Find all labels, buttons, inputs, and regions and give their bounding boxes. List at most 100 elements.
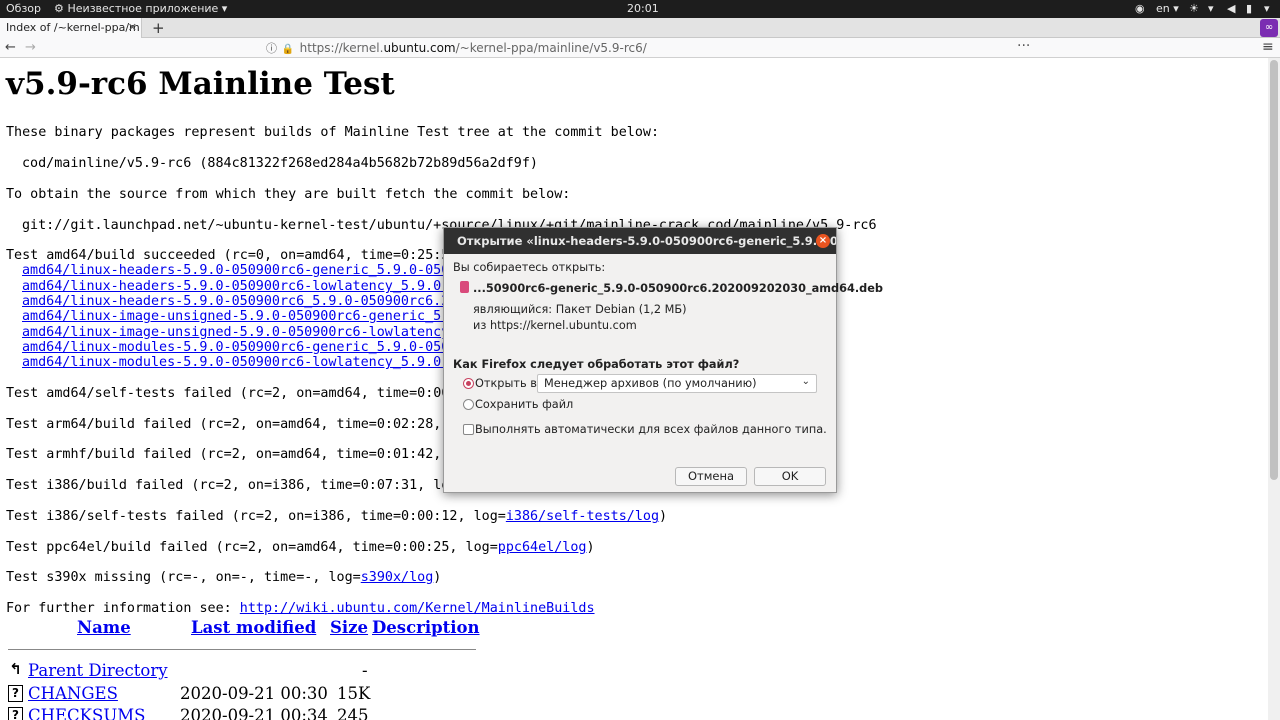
- row-modified: 2020-09-21 00:30: [180, 684, 328, 703]
- column-header-last-modified[interactable]: Last modified: [191, 618, 316, 637]
- dialog-title: Открытие «linux-headers-5.9.0-050900rc6-…: [457, 234, 836, 248]
- intro-text: These binary packages represent builds o…: [6, 125, 660, 140]
- extension-icon[interactable]: ∞: [1260, 19, 1278, 37]
- new-tab-icon[interactable]: +: [152, 19, 165, 37]
- dialog-titlebar[interactable]: Открытие «linux-headers-5.9.0-050900rc6-…: [444, 228, 836, 254]
- package-link[interactable]: amd64/linux-headers-5.9.0-050900rc6-gene…: [22, 263, 473, 278]
- commit-text: cod/mainline/v5.9-rc6 (884c81322f268ed28…: [22, 156, 538, 171]
- brightness-icon[interactable]: ☀: [1189, 2, 1199, 15]
- package-link[interactable]: amd64/linux-headers-5.9.0-050900rc6-lowl…: [22, 279, 465, 294]
- app-icon: ⚙: [54, 2, 64, 15]
- package-link[interactable]: amd64/linux-image-unsigned-5.9.0-050900r…: [22, 309, 465, 324]
- row-size: -: [362, 661, 368, 680]
- page-actions-icon[interactable]: ···: [1017, 38, 1030, 54]
- row-size: 245: [337, 706, 369, 720]
- file-type: являющийся: Пакет Debian (1,2 МБ): [473, 303, 687, 316]
- about-to-open-label: Вы собираетесь открыть:: [453, 261, 606, 274]
- battery-icon[interactable]: ▮: [1246, 2, 1252, 15]
- url-host: ubuntu.com: [383, 41, 456, 55]
- column-header-size[interactable]: Size: [330, 618, 368, 637]
- i386-build-status: Test i386/build failed (rc=2, on=i386, t…: [6, 478, 466, 493]
- file-link-checksums[interactable]: CHECKSUMS: [28, 706, 145, 720]
- auto-action-checkbox[interactable]: [463, 424, 474, 435]
- arm64-build-status: Test arm64/build failed (rc=2, on=amd64,…: [6, 417, 466, 432]
- close-paren: ): [659, 509, 668, 524]
- auto-action-label[interactable]: Выполнять автоматически для всех файлов …: [475, 423, 827, 436]
- close-dialog-icon[interactable]: ×: [816, 234, 830, 248]
- further-info: For further information see: http://wiki…: [6, 601, 595, 617]
- open-with-radio[interactable]: [463, 378, 474, 389]
- column-header-description[interactable]: Description: [372, 618, 480, 637]
- parent-directory-link[interactable]: Parent Directory: [28, 661, 168, 680]
- system-top-bar: Обзор ⚙ Неизвестное приложение ▾ 20:01 ◉…: [0, 0, 1280, 18]
- ok-button[interactable]: OK: [754, 467, 826, 486]
- file-link-changes[interactable]: CHANGES: [28, 684, 118, 703]
- language-indicator[interactable]: en ▾: [1156, 2, 1179, 15]
- scrollbar-thumb[interactable]: [1270, 60, 1278, 480]
- s390x-status: Test s390x missing (rc=-, on=-, time=-, …: [6, 570, 441, 586]
- tab-active[interactable]: Index of /~kernel-ppa/m ✕: [0, 18, 142, 38]
- hamburger-menu-icon[interactable]: ≡: [1262, 39, 1274, 55]
- cancel-button[interactable]: Отмена: [675, 467, 747, 486]
- package-link[interactable]: amd64/linux-image-unsigned-5.9.0-050900r…: [22, 325, 465, 340]
- url-prefix: https://kernel.: [299, 41, 384, 55]
- open-with-label[interactable]: Открыть в: [475, 377, 537, 390]
- wifi-icon[interactable]: ▾: [1208, 2, 1214, 15]
- application-select-value: Менеджер архивов (по умолчанию): [544, 377, 757, 390]
- s390x-log-link[interactable]: s390x/log: [361, 570, 434, 585]
- ppc64el-build-status: Test ppc64el/build failed (rc=2, on=amd6…: [6, 540, 595, 556]
- row-modified: 2020-09-21 00:34: [180, 706, 328, 720]
- ppc64el-log-link[interactable]: ppc64el/log: [498, 540, 587, 555]
- save-file-radio[interactable]: [463, 399, 474, 410]
- app-menu[interactable]: ⚙ Неизвестное приложение ▾: [54, 2, 227, 15]
- open-file-dialog: Открытие «linux-headers-5.9.0-050900rc6-…: [443, 227, 883, 493]
- forward-icon[interactable]: →: [25, 40, 36, 55]
- package-link[interactable]: amd64/linux-modules-5.9.0-050900rc6-lowl…: [22, 355, 465, 370]
- clock[interactable]: 20:01: [627, 2, 659, 15]
- column-header-name[interactable]: Name: [77, 618, 131, 637]
- tab-strip: Index of /~kernel-ppa/m ✕ + ∞: [0, 18, 1280, 38]
- save-file-label[interactable]: Сохранить файл: [475, 398, 573, 411]
- source-intro-text: To obtain the source from which they are…: [6, 187, 571, 202]
- navigation-toolbar: ← → ⓘ 🔒 https://kernel.ubuntu.com/~kerne…: [0, 38, 1280, 58]
- application-select[interactable]: Менеджер архивов (по умолчанию) ⌄: [537, 374, 817, 393]
- armhf-build-status: Test armhf/build failed (rc=2, on=amd64,…: [6, 447, 466, 462]
- chevron-down-icon: ⌄: [801, 376, 810, 387]
- amd64-build-status: Test amd64/build succeeded (rc=0, on=amd…: [6, 248, 466, 263]
- i386-self-tests-text: Test i386/self-tests failed (rc=2, on=i3…: [6, 509, 506, 524]
- activities-button[interactable]: Обзор: [6, 2, 41, 15]
- close-paren: ): [433, 570, 442, 585]
- handling-question: Как Firefox следует обработать этот файл…: [453, 358, 740, 371]
- url-path: /~kernel-ppa/mainline/v5.9-rc6/: [455, 41, 647, 55]
- file-source: из https://kernel.ubuntu.com: [473, 319, 637, 332]
- package-link[interactable]: amd64/linux-modules-5.9.0-050900rc6-gene…: [22, 340, 465, 355]
- lock-icon[interactable]: 🔒: [282, 44, 296, 55]
- system-menu-icon[interactable]: ▾: [1264, 2, 1270, 15]
- s390x-text: Test s390x missing (rc=-, on=-, time=-, …: [6, 570, 361, 585]
- tab-title: Index of /~kernel-ppa/m: [6, 21, 140, 34]
- close-tab-icon[interactable]: ✕: [128, 21, 137, 34]
- amd64-self-tests-status: Test amd64/self-tests failed (rc=2, on=a…: [6, 386, 466, 401]
- app-menu-label: Неизвестное приложение ▾: [67, 2, 228, 15]
- i386-self-tests-log-link[interactable]: i386/self-tests/log: [506, 509, 659, 524]
- back-folder-icon: ↰: [8, 660, 23, 679]
- package-link[interactable]: amd64/linux-headers-5.9.0-050900rc6_5.9.…: [22, 294, 465, 309]
- further-info-text: For further information see:: [6, 601, 240, 616]
- i386-self-tests-status: Test i386/self-tests failed (rc=2, on=i3…: [6, 509, 667, 525]
- vertical-scrollbar[interactable]: [1268, 58, 1280, 720]
- back-icon[interactable]: ←: [5, 40, 16, 55]
- url-bar[interactable]: ⓘ 🔒 https://kernel.ubuntu.com/~kernel-pp…: [266, 39, 1036, 57]
- volume-icon[interactable]: ◀: [1227, 2, 1235, 15]
- divider: [8, 649, 476, 650]
- wiki-link[interactable]: http://wiki.ubuntu.com/Kernel/MainlineBu…: [240, 601, 595, 616]
- close-paren: ): [586, 540, 595, 555]
- deb-file-icon: [460, 281, 469, 293]
- file-name: ...50900rc6-generic_5.9.0-050900rc6.2020…: [473, 282, 883, 295]
- row-size: 15K: [337, 684, 371, 703]
- page-title: v5.9-rc6 Mainline Test: [6, 66, 395, 102]
- browser-tray-icon[interactable]: ◉: [1135, 2, 1145, 15]
- unknown-file-icon: ?: [8, 707, 23, 720]
- info-icon[interactable]: ⓘ: [266, 40, 278, 56]
- ppc64el-build-text: Test ppc64el/build failed (rc=2, on=amd6…: [6, 540, 498, 555]
- unknown-file-icon: ?: [8, 685, 23, 702]
